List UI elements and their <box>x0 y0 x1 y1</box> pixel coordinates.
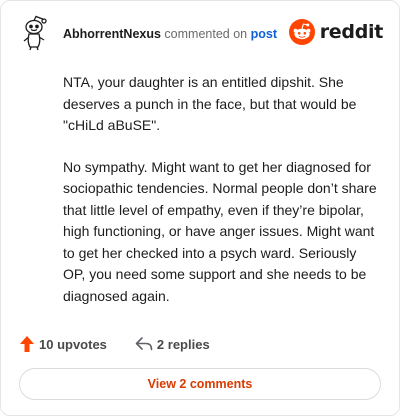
upvote-button[interactable]: 10 upvotes <box>19 335 107 353</box>
reddit-brand[interactable]: reddit <box>288 19 384 45</box>
comment-paragraph: NTA, your daughter is an entitled dipshi… <box>63 74 357 133</box>
replies-count: 2 replies <box>156 336 210 352</box>
comment-header: AbhorrentNexus commented on post reddit <box>17 15 383 51</box>
action-text: commented on <box>164 27 248 41</box>
upvote-arrow-icon <box>20 336 34 352</box>
reply-arrow-icon <box>135 337 153 351</box>
comment-paragraph: No sympathy. Might want to get her diagn… <box>63 158 377 304</box>
comment-body: NTA, your daughter is an entitled dipshi… <box>63 72 379 327</box>
replies-button[interactable]: 2 replies <box>135 336 210 352</box>
reddit-logo-icon <box>288 19 315 45</box>
comment-meta: AbhorrentNexus commented on post <box>63 27 277 41</box>
author-name[interactable]: AbhorrentNexus <box>63 27 161 41</box>
upvote-count: 10 upvotes <box>39 336 107 352</box>
comment-card: AbhorrentNexus commented on post reddit … <box>0 0 400 416</box>
reddit-wordmark: reddit <box>319 21 384 43</box>
comment-actions: 10 upvotes 2 replies <box>19 334 210 354</box>
view-comments-button[interactable]: View 2 comments <box>19 368 381 400</box>
snoo-avatar-icon[interactable] <box>17 15 53 51</box>
post-link[interactable]: post <box>251 27 277 41</box>
